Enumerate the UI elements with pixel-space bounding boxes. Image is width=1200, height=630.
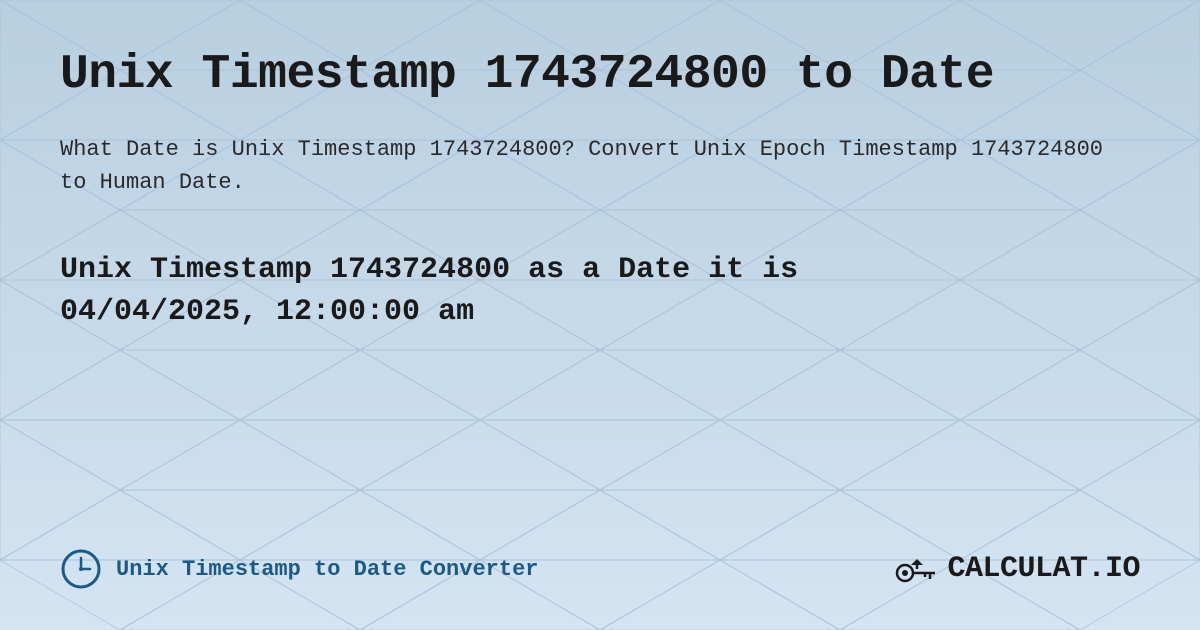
result-text: Unix Timestamp 1743724800 as a Date it i… bbox=[60, 249, 1140, 333]
main-section: Unix Timestamp 1743724800 to Date What D… bbox=[60, 48, 1140, 333]
calculat-icon bbox=[895, 551, 939, 587]
footer-link[interactable]: Unix Timestamp to Date Converter bbox=[116, 557, 538, 582]
main-content: Unix Timestamp 1743724800 to Date What D… bbox=[0, 0, 1200, 630]
clock-icon bbox=[60, 548, 102, 590]
page-title: Unix Timestamp 1743724800 to Date bbox=[60, 48, 1140, 103]
footer: Unix Timestamp to Date Converter CALCULA… bbox=[60, 538, 1140, 590]
result-section: Unix Timestamp 1743724800 as a Date it i… bbox=[60, 249, 1140, 333]
logo-text: CALCULAT.IO bbox=[947, 552, 1140, 586]
description-text: What Date is Unix Timestamp 1743724800? … bbox=[60, 133, 1140, 199]
logo-area: CALCULAT.IO bbox=[895, 551, 1140, 587]
result-line2: 04/04/2025, 12:00:00 am bbox=[60, 295, 474, 329]
footer-left: Unix Timestamp to Date Converter bbox=[60, 548, 538, 590]
result-line1: Unix Timestamp 1743724800 as a Date it i… bbox=[60, 253, 798, 287]
